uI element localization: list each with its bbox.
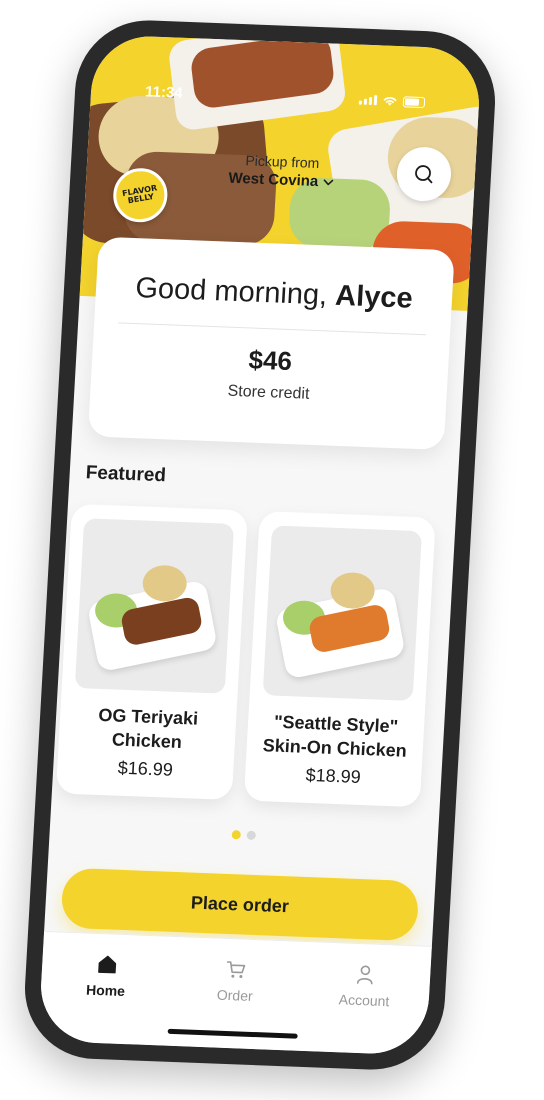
item-name: "Seattle Style" Skin-On Chicken [262, 711, 408, 761]
user-icon [357, 965, 373, 985]
stage: 11:34 FLAVOR BELLY Pickup from West Covi… [0, 0, 544, 1100]
search-icon [415, 165, 433, 184]
pickup-location[interactable]: West Covina [228, 170, 335, 191]
tab-home[interactable]: Home [60, 951, 153, 1000]
home-icon [97, 955, 116, 974]
item-price: $18.99 [305, 764, 362, 787]
tab-account[interactable]: Account [319, 961, 412, 1010]
pickup-location-name: West Covina [228, 169, 319, 191]
greeting-card: Good morning, Alyce $46 Store credit [87, 236, 455, 450]
user-name: Alyce [334, 279, 414, 315]
item-name: OG Teriyaki Chicken [97, 704, 199, 753]
item-image [74, 518, 235, 694]
phone-frame: 11:34 FLAVOR BELLY Pickup from West Covi… [21, 17, 499, 1073]
tab-label: Order [216, 986, 254, 1004]
brand-logo-text: FLAVOR BELLY [121, 183, 158, 206]
signal-icon [358, 95, 378, 106]
item-image [262, 525, 423, 701]
featured-item-card[interactable]: "Seattle Style" Skin-On Chicken $18.99 [243, 510, 436, 808]
featured-item-card[interactable]: OG Teriyaki Chicken $16.99 [55, 503, 248, 801]
carousel-pagination [50, 823, 438, 847]
home-indicator [167, 1028, 298, 1039]
greeting-prefix: Good morning, [134, 272, 337, 312]
cart-icon [226, 961, 246, 979]
app-screen: 11:34 FLAVOR BELLY Pickup from West Covi… [37, 34, 483, 1056]
item-price: $16.99 [117, 757, 174, 780]
page-dot[interactable] [246, 830, 257, 841]
pickup-selector[interactable]: Pickup from West Covina [206, 151, 358, 193]
tab-order[interactable]: Order [189, 956, 282, 1005]
tab-bar: Home Order Account [37, 930, 432, 1056]
store-credit-label: Store credit [227, 382, 310, 403]
status-icons [358, 94, 426, 109]
store-credit-amount: $46 [247, 344, 293, 377]
tab-label: Account [338, 991, 390, 1010]
place-order-button[interactable]: Place order [60, 867, 420, 942]
page-dot-active[interactable] [231, 830, 242, 840]
featured-title: Featured [85, 462, 167, 487]
wifi-icon [383, 96, 397, 106]
greeting-divider [118, 322, 427, 336]
chevron-down-icon [323, 178, 334, 185]
tab-label: Home [85, 981, 126, 1000]
battery-icon [402, 95, 426, 108]
greeting-text: Good morning, Alyce [95, 271, 453, 318]
featured-carousel[interactable]: OG Teriyaki Chicken $16.99 "Seattle Styl… [51, 503, 456, 818]
status-time: 11:34 [144, 82, 184, 102]
